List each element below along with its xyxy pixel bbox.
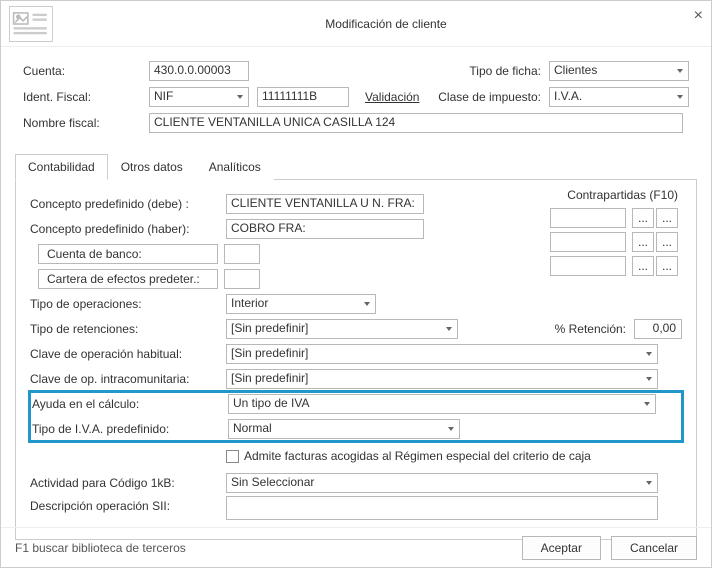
tab-contabilidad[interactable]: Contabilidad <box>15 154 108 180</box>
contrapartida-browse-button[interactable]: ... <box>632 232 654 252</box>
close-icon[interactable]: × <box>694 7 703 25</box>
ident-fiscal-type-select[interactable]: NIF <box>149 87 249 107</box>
cuenta-banco-button[interactable]: Cuenta de banco: <box>38 244 218 264</box>
pct-retencion-input[interactable]: 0,00 <box>634 319 682 339</box>
tipo-operaciones-label: Tipo de operaciones: <box>30 297 226 311</box>
dialog-title: Modificación de cliente <box>61 17 711 31</box>
tipo-retenciones-label: Tipo de retenciones: <box>30 322 226 336</box>
concepto-debe-input[interactable]: CLIENTE VENTANILLA U N. FRA: <box>226 194 424 214</box>
ayuda-calculo-select[interactable]: Un tipo de IVA <box>228 394 656 414</box>
contrapartida-browse-button[interactable]: ... <box>656 232 678 252</box>
tipo-retenciones-select[interactable]: [Sin predefinir] <box>226 319 458 339</box>
actividad-1kb-select[interactable]: Sin Seleccionar <box>226 473 658 493</box>
contrapartida-input[interactable] <box>550 256 626 276</box>
ident-fiscal-label: Ident. Fiscal: <box>23 90 149 104</box>
contrapartida-browse-button[interactable]: ... <box>656 256 678 276</box>
tabs-container: Contabilidad Otros datos Analíticos Cont… <box>15 153 697 540</box>
contrapartida-row: ... ... <box>550 232 678 252</box>
clave-intracomunitaria-select[interactable]: [Sin predefinir] <box>226 369 658 389</box>
dialog-header: Modificación de cliente × <box>1 1 711 47</box>
clase-impuesto-select[interactable]: I.V.A. <box>549 87 689 107</box>
clave-op-habitual-label: Clave de operación habitual: <box>30 347 226 361</box>
contrapartida-browse-button[interactable]: ... <box>632 208 654 228</box>
cuenta-label: Cuenta: <box>23 64 149 78</box>
header-form: Cuenta: 430.0.0.00003 Tipo de ficha: Cli… <box>1 47 711 143</box>
contrapartida-input[interactable] <box>550 232 626 252</box>
validacion-link[interactable]: Validación <box>365 90 419 104</box>
actividad-1kb-label: Actividad para Código 1kB: <box>30 476 226 490</box>
client-icon <box>9 6 53 42</box>
cartera-efectos-input[interactable] <box>224 269 260 289</box>
tipo-iva-predef-label: Tipo de I.V.A. predefinido: <box>32 422 228 436</box>
contrapartidas-label: Contrapartidas (F10) <box>567 188 678 202</box>
contrapartida-row: ... ... <box>550 208 678 228</box>
concepto-haber-input[interactable]: COBRO FRA: <box>226 219 424 239</box>
pct-retencion-label: % Retención: <box>555 322 626 336</box>
cancelar-button[interactable]: Cancelar <box>611 536 697 560</box>
ayuda-calculo-label: Ayuda en el cálculo: <box>32 397 228 411</box>
contrapartida-browse-button[interactable]: ... <box>656 208 678 228</box>
dialog-footer: F1 buscar biblioteca de terceros Aceptar… <box>1 527 711 567</box>
tab-analiticos[interactable]: Analíticos <box>196 154 274 180</box>
cuenta-input[interactable]: 430.0.0.00003 <box>149 61 249 81</box>
tab-panel-contabilidad: Contrapartidas (F10) ... ... ... ... ...… <box>15 180 697 540</box>
dialog-window: Modificación de cliente × Cuenta: 430.0.… <box>0 0 712 568</box>
contrapartida-input[interactable] <box>550 208 626 228</box>
contrapartidas-grid: ... ... ... ... ... ... <box>550 208 678 280</box>
clase-impuesto-label: Clase de impuesto: <box>438 90 541 104</box>
nombre-fiscal-input[interactable]: CLIENTE VENTANILLA UNICA CASILLA 124 <box>149 113 683 133</box>
highlighted-section: Ayuda en el cálculo: Un tipo de IVA Tipo… <box>30 392 682 441</box>
concepto-haber-label: Concepto predefinido (haber): <box>30 222 226 236</box>
ident-fiscal-input[interactable]: 11111111B <box>257 87 349 107</box>
cartera-efectos-button[interactable]: Cartera de efectos predeter.: <box>38 269 218 289</box>
descripcion-sii-input[interactable] <box>226 496 658 520</box>
tipo-operaciones-select[interactable]: Interior <box>226 294 376 314</box>
tipo-iva-predef-select[interactable]: Normal <box>228 419 460 439</box>
aceptar-button[interactable]: Aceptar <box>522 536 601 560</box>
tipo-ficha-label: Tipo de ficha: <box>469 64 541 78</box>
clave-intracomunitaria-label: Clave de op. intracomunitaria: <box>30 372 226 386</box>
contrapartida-browse-button[interactable]: ... <box>632 256 654 276</box>
footer-help-text: F1 buscar biblioteca de terceros <box>15 541 186 555</box>
tab-bar: Contabilidad Otros datos Analíticos <box>15 153 697 180</box>
tipo-ficha-select[interactable]: Clientes <box>549 61 689 81</box>
nombre-fiscal-label: Nombre fiscal: <box>23 116 149 130</box>
admite-facturas-checkbox[interactable] <box>226 450 239 463</box>
tab-otros-datos[interactable]: Otros datos <box>108 154 196 180</box>
concepto-debe-label: Concepto predefinido (debe) : <box>30 197 226 211</box>
clave-op-habitual-select[interactable]: [Sin predefinir] <box>226 344 658 364</box>
contrapartida-row: ... ... <box>550 256 678 276</box>
cuenta-banco-input[interactable] <box>224 244 260 264</box>
admite-facturas-label: Admite facturas acogidas al Régimen espe… <box>244 449 591 463</box>
descripcion-sii-label: Descripción operación SII: <box>30 496 226 513</box>
